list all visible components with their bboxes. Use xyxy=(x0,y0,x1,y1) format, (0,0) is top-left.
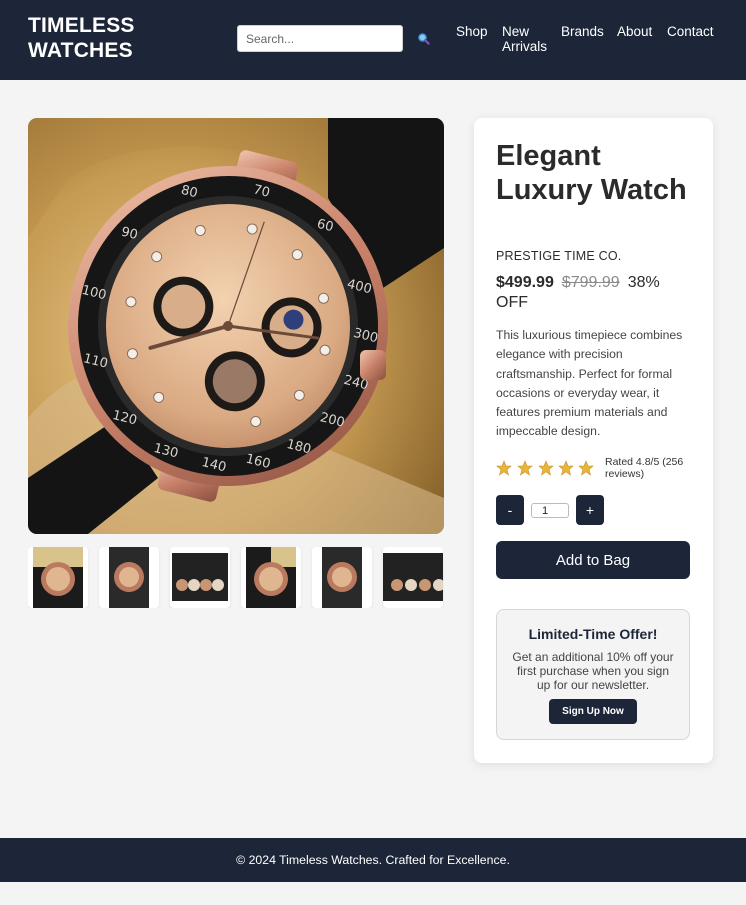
current-price: $499.99 xyxy=(496,274,554,291)
nav-new-arrivals[interactable]: New Arrivals xyxy=(502,24,547,54)
thumbnail-strip xyxy=(28,547,444,608)
star-icon xyxy=(558,460,574,476)
nav-new-arrivals-line-2: Arrivals xyxy=(502,39,548,54)
footer-text: © 2024 Timeless Watches. Crafted for Exc… xyxy=(236,853,510,867)
offer-title: Limited-Time Offer! xyxy=(528,626,658,642)
thumbnail-4[interactable] xyxy=(241,547,301,608)
thumbnail-3[interactable] xyxy=(170,547,230,608)
nav-contact[interactable]: Contact xyxy=(667,24,714,39)
nav-shop[interactable]: Shop xyxy=(456,24,488,39)
site-footer: © 2024 Timeless Watches. Crafted for Exc… xyxy=(0,838,746,882)
sign-up-button[interactable]: Sign Up Now xyxy=(549,699,637,724)
original-price: $799.99 xyxy=(561,274,620,291)
quantity-increase-button[interactable]: + xyxy=(576,495,604,525)
thumbnail-2[interactable] xyxy=(99,547,159,608)
logo-line-1: TIMELESS xyxy=(28,14,135,37)
thumbnail-1[interactable] xyxy=(28,547,88,608)
thumbnail-6[interactable] xyxy=(383,547,443,608)
star-icon xyxy=(538,460,554,476)
star-icon xyxy=(578,460,594,476)
limited-offer-box: Limited-Time Offer! Get an additional 10… xyxy=(496,609,690,740)
offer-text: Get an additional 10% off your first pur… xyxy=(512,650,674,692)
star-icon xyxy=(517,460,533,476)
site-logo[interactable]: TIMELESS WATCHES xyxy=(28,13,135,63)
add-to-bag-button[interactable]: Add to Bag xyxy=(496,541,690,579)
watch-illustration: 70 60 80 90 100 110 120 130 140 160 180 … xyxy=(28,118,444,534)
search-input[interactable] xyxy=(237,25,403,52)
nav-new-arrivals-line-1: New xyxy=(502,24,530,39)
quantity-decrease-button[interactable]: - xyxy=(496,495,524,525)
rating-text: Rated 4.8/5 (256 reviews) xyxy=(605,456,684,480)
logo-line-2: WATCHES xyxy=(28,39,133,62)
star-icon xyxy=(496,460,512,476)
product-brand: PRESTIGE TIME CO. xyxy=(496,249,622,263)
search-icon[interactable] xyxy=(416,31,432,47)
nav-about[interactable]: About xyxy=(617,24,652,39)
site-header: TIMELESS WATCHES Shop New Arrivals Brand… xyxy=(0,0,746,80)
nav-brands[interactable]: Brands xyxy=(561,24,604,39)
thumbnail-5[interactable] xyxy=(312,547,372,608)
quantity-input[interactable] xyxy=(531,503,569,518)
product-description: This luxurious timepiece combines elegan… xyxy=(496,328,683,439)
product-main-image[interactable]: 70 60 80 90 100 110 120 130 140 160 180 … xyxy=(28,118,444,534)
product-info-card: Elegant Luxury Watch PRESTIGE TIME CO. $… xyxy=(474,118,713,763)
price-row: $499.99 $799.99 38% OFF xyxy=(496,273,696,313)
product-title: Elegant Luxury Watch xyxy=(496,140,687,206)
